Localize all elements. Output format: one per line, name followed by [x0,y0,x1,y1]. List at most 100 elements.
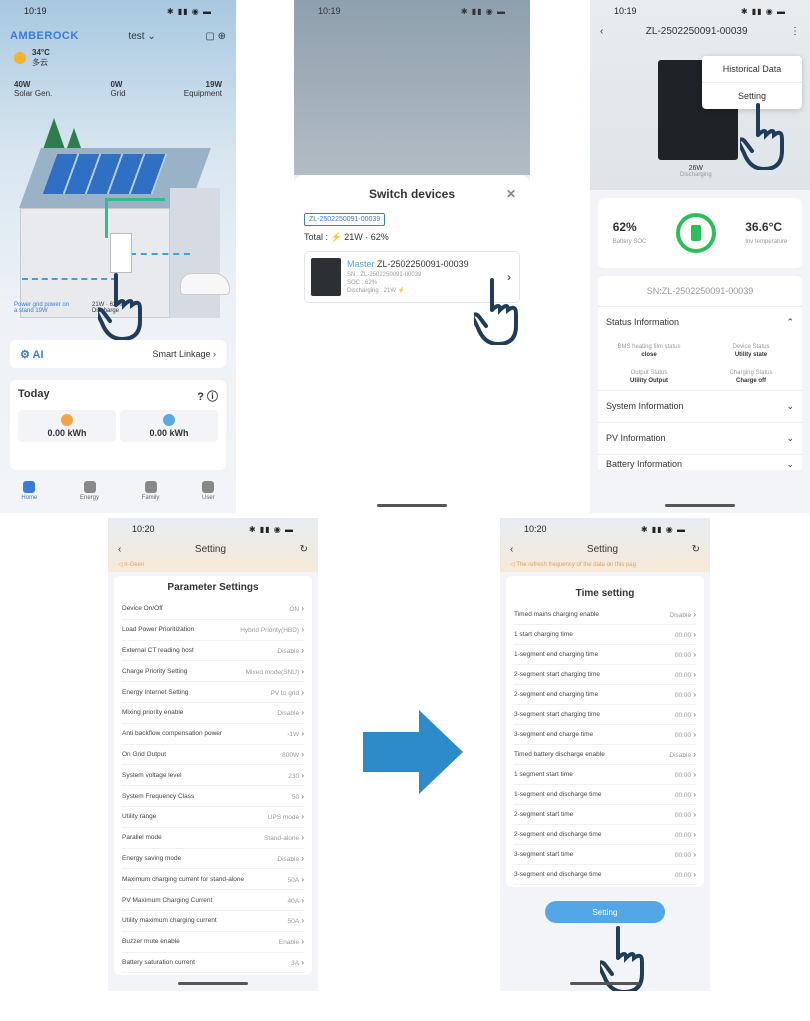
setting-row[interactable]: Load Power Prioritization Hybrid Priority… [122,620,304,641]
status-icons: ✱ ▮▮ ◉ ▬ [166,6,212,16]
energy-tile[interactable]: 0.00 kWh [120,410,218,442]
setting-row[interactable]: Utility range UPS mode [122,807,304,828]
setting-row[interactable]: Device On/Off ON [122,599,304,620]
tab-home[interactable]: Home [21,481,37,501]
status-item: Charging Status Charge off [729,370,773,384]
tab-user[interactable]: User [202,481,215,501]
setting-row[interactable]: 1-segment end discharge time 00:00 [514,785,696,805]
refresh-icon[interactable]: ↻ [692,544,700,555]
clock: 10:19 [614,6,637,16]
setting-value: Hybrid Priority(HBD) [240,625,304,634]
header-actions: ▢ ⊕ [205,31,226,42]
clock: 10:20 [132,524,155,534]
setting-row[interactable]: Buzzer mute enable Enable [122,932,304,953]
chevron-up-icon: ⌃ [786,317,794,327]
hand-pointer-icon [740,103,784,170]
setting-label: Maximum charging current for stand-alone [122,875,245,883]
device-tag[interactable]: ZL-2502250091-00039 [304,213,386,226]
device-status: Discharging : 21W ⚡ [347,288,406,295]
status-item: Device Status Utility state [732,344,770,358]
battery-device[interactable] [110,233,132,273]
setting-value: PV to grid [271,688,304,697]
system-info-header[interactable]: System Information ⌄ [598,390,802,422]
setting-row[interactable]: On Grid Output 800W [122,745,304,766]
setting-row[interactable]: System voltage level 230 [122,765,304,787]
status-item: BMS heating film status close [617,344,681,358]
more-icon[interactable]: ⋮ [790,26,800,37]
device-selector[interactable]: test ⌄ [128,31,155,42]
setting-row[interactable]: Charge Priority Setting Mixed mode(SNU) [122,661,304,683]
setting-row[interactable]: 2-segment start time 00:00 [514,805,696,825]
setting-row[interactable]: Battery saturation current 3A [122,953,304,974]
setting-row[interactable]: Maximum charging current for stand-alone… [122,869,304,891]
setting-value: Enable [279,937,304,946]
setting-label: 1-segment end discharge time [514,791,602,798]
setting-value: 00:00 [675,850,696,859]
status-header[interactable]: Status Information ⌃ [598,306,802,338]
setting-row[interactable]: Utility maximum charging current 50A [122,911,304,932]
home-indicator [178,982,248,985]
setting-row[interactable]: 2-segment start charging time 00:00 [514,665,696,685]
setting-row[interactable]: PV Maximum Charging Current 40A [122,890,304,911]
today-actions[interactable]: ? ⓘ [197,388,218,404]
setting-row[interactable]: Timed battery discharge enable Disable [514,745,696,765]
energy-tile[interactable]: 0.00 kWh [18,410,116,442]
menu-historical-data[interactable]: Historical Data [702,56,802,83]
sheet-title: Switch devices [368,187,456,201]
setting-row[interactable]: 3-segment start charging time 00:00 [514,705,696,725]
back-icon[interactable]: ‹ [510,544,513,555]
message-icon[interactable]: ▢ [205,31,214,42]
back-icon[interactable]: ‹ [118,544,121,555]
status-icons: ✱ ▮▮ ◉ ▬ [640,524,686,534]
setting-row[interactable]: External CT reading host Disable [122,641,304,662]
setting-row[interactable]: Timed mains charging enable Disable [514,605,696,625]
setting-row[interactable]: Anti backflow compensation power -1W [122,724,304,745]
device-detail-screen: 10:19 ✱ ▮▮ ◉ ▬ ‹ ZL-2502250091-00039 ⋮ 26… [590,0,810,513]
temperature: 34°C [32,48,50,57]
setting-row[interactable]: 2-segment end charging time 00:00 [514,685,696,705]
setting-row[interactable]: Energy Internet Setting PV to grid [122,682,304,703]
solar-icon [61,414,73,426]
setting-value: Disable [669,610,696,619]
hand-pointer-icon [600,926,644,991]
setting-label: Utility maximum charging current [122,917,217,925]
setting-row[interactable]: Mixing priority enable Disable [122,703,304,724]
add-icon[interactable]: ⊕ [218,31,226,42]
speaker-icon: ◁ [510,562,515,568]
back-icon[interactable]: ‹ [600,26,603,37]
setting-row[interactable]: 3-segment end charge time 00:00 [514,725,696,745]
ai-card[interactable]: ⚙ AI Smart Linkage › [10,340,226,368]
tab-family[interactable]: Family [142,481,159,501]
setting-row[interactable]: System Frequency Class 50 [122,786,304,807]
setting-row[interactable]: Parallel mode Stand-alone [122,828,304,849]
setting-label: PV Maximum Charging Current [122,896,213,904]
setting-value: -1W [287,729,304,738]
weather: 34°C 多云 [0,42,236,74]
smart-linkage-link[interactable]: Smart Linkage › [152,349,216,359]
switch-devices-screen: 10:19 ✱ ▮▮ ◉ ▬ Switch devices ✕ ZL-2502250… [294,0,530,513]
refresh-icon[interactable]: ↻ [300,544,308,555]
setting-value: Disable [277,646,304,655]
setting-value: 40A [288,896,304,905]
setting-row[interactable]: 3-segment end discharge time 00:00 [514,865,696,885]
pv-info-header[interactable]: PV Information ⌄ [598,422,802,454]
time-setting-list: Time setting Timed mains charging enable… [506,576,704,887]
setting-row[interactable]: 1-segment end charging time 00:00 [514,645,696,665]
grid-note: Power grid power on a stand 19W [14,302,70,314]
speaker-icon: ◁ [118,562,123,568]
setting-row[interactable]: Energy saving mode Disable [122,849,304,870]
chevron-down-icon: ⌄ [786,459,794,469]
setting-row[interactable]: 1 segment start time 00:00 [514,765,696,785]
dimmed-background[interactable]: 10:19 ✱ ▮▮ ◉ ▬ [294,0,530,175]
battery-info-header[interactable]: Battery Information ⌄ [598,454,802,470]
setting-row[interactable]: 3-segment start time 00:00 [514,845,696,865]
setting-button[interactable]: Setting [545,901,665,923]
close-icon[interactable]: ✕ [506,187,516,201]
setting-row[interactable]: 1 start charging time 00:00 [514,625,696,645]
setting-value: 00:00 [675,710,696,719]
setting-value: 00:00 [675,870,696,879]
setting-label: On Grid Output [122,750,167,758]
tab-energy[interactable]: Energy [80,481,99,501]
setting-label: 3-segment end charge time [514,731,594,738]
setting-row[interactable]: 2-segment end discharge time 00:00 [514,825,696,845]
